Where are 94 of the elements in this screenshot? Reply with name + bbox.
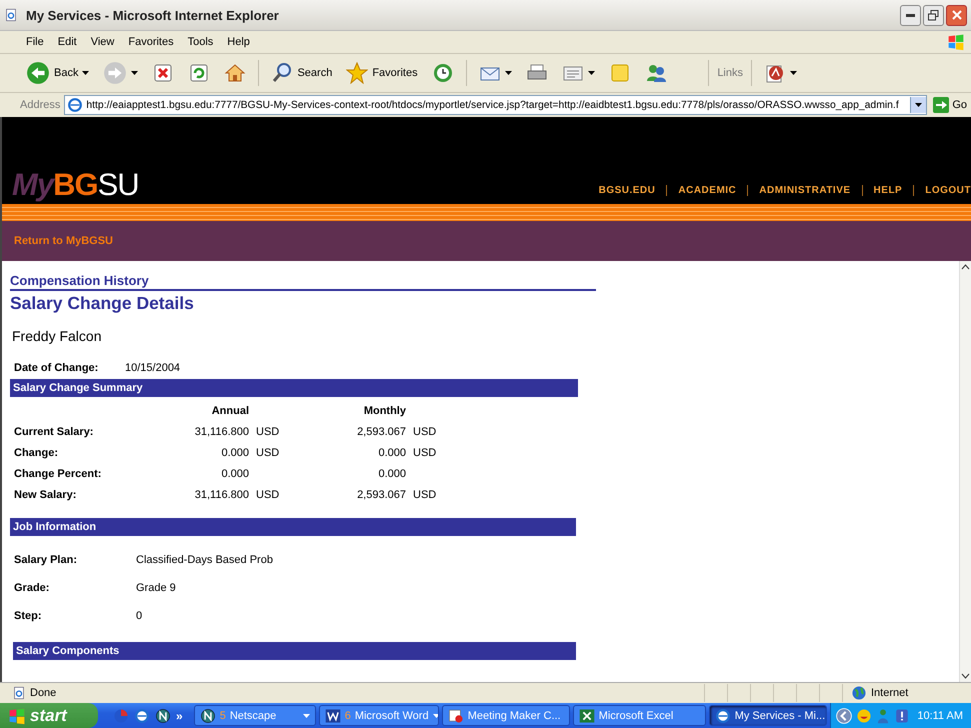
page-icon (4, 8, 18, 22)
windows-logo-icon (8, 706, 26, 724)
minimize-button[interactable] (900, 4, 921, 26)
favorites-button[interactable]: Favorites (342, 59, 422, 87)
taskbar-button[interactable]: Microsoft Excel (572, 705, 706, 726)
section-header: Salary Components (13, 642, 576, 660)
date-value: 10/15/2004 (125, 362, 180, 374)
field-value: 0 (136, 610, 144, 622)
breadcrumb-heading: Compensation History (10, 273, 596, 291)
column-header: Annual (210, 405, 249, 417)
search-icon (271, 62, 294, 84)
menu-item[interactable]: File (20, 34, 50, 50)
menu-item[interactable]: Edit (52, 34, 83, 50)
annual-value: 0.000 (220, 447, 249, 459)
note-icon (608, 62, 631, 84)
annual-value: 31,116.800 (194, 489, 249, 501)
monthly-value: 2,593.067 (356, 489, 406, 501)
nav-link[interactable]: LOGOUT (913, 185, 971, 196)
status-text: Done (30, 687, 56, 699)
refresh-icon (188, 62, 210, 84)
close-button[interactable] (946, 4, 967, 26)
caret-icon (915, 103, 922, 107)
restore-icon (928, 10, 939, 20)
employee-name: Freddy Falcon (12, 328, 102, 344)
nav-link[interactable]: HELP (862, 185, 914, 196)
alert-icon (894, 708, 910, 724)
address-label: Address (20, 99, 60, 111)
menu-item[interactable]: Tools (182, 34, 220, 50)
address-field[interactable]: http://eaiapptest1.bgsu.edu:7777/BGSU-My-Services-context-root/htdocs/myportlet/service.jsp?target=http://eaidbtest1.bgsu.edu:7778/pls/orasso/ORASSO.wwsso_app_admin.f (64, 95, 928, 115)
nav-link[interactable]: ADMINISTRATIVE (747, 185, 862, 196)
smiley-icon (856, 708, 872, 724)
clock-icon (432, 62, 454, 84)
field-value: Grade 9 (136, 582, 177, 594)
window-title: My Services - Microsoft Internet Explorer (26, 8, 280, 22)
row-label: New Salary: (14, 489, 78, 501)
site-logo[interactable]: MyBGSU (12, 169, 139, 200)
menu-item[interactable]: Favorites (122, 34, 180, 50)
page-title: Salary Change Details (10, 293, 195, 314)
restore-button[interactable] (923, 4, 944, 26)
nav-link[interactable]: ACADEMIC (666, 185, 748, 196)
date-label: Date of Change: (14, 362, 100, 374)
document-icon (324, 708, 341, 724)
currency-unit: USD (256, 447, 280, 459)
taskbar-button[interactable]: 6 Microsoft Word (318, 705, 439, 726)
section-header: Salary Change Summary (10, 379, 578, 397)
currency-unit: USD (413, 489, 438, 501)
chevron-icon (835, 706, 854, 724)
house-icon (224, 62, 246, 84)
windows-logo-icon (947, 33, 965, 51)
currency-unit: USD (413, 447, 438, 459)
column-header: Monthly (362, 405, 406, 417)
row-label: Change: (14, 447, 59, 459)
search-button[interactable]: Search (267, 59, 336, 87)
star-icon (346, 62, 368, 84)
currency-unit: USD (413, 426, 438, 438)
minimize-icon (906, 14, 915, 16)
more-button[interactable]: » (176, 708, 183, 722)
taskbar-button[interactable]: My Services - Mi... (708, 705, 827, 726)
field-label: Grade: (14, 582, 50, 594)
zone-label: Internet (871, 687, 908, 699)
currency-unit: USD (256, 426, 280, 438)
spreadsheet-icon (578, 708, 595, 724)
taskbar-button[interactable]: 5 Netscape (194, 705, 316, 726)
row-label: Change Percent: (14, 468, 102, 480)
currency-unit: USD (256, 489, 280, 501)
scrollbar[interactable] (959, 261, 971, 682)
back-button[interactable]: Back (22, 58, 94, 88)
clock: 10:11 AM (917, 710, 963, 722)
field-label: Step: (14, 610, 42, 622)
taskbar-button[interactable]: Meeting Maker C... (442, 705, 570, 726)
field-label: Salary Plan: (14, 554, 78, 566)
monthly-value: 2,593.067 (356, 426, 406, 438)
globe-icon (851, 685, 867, 701)
nav-link[interactable]: BGSU.EDU (588, 185, 666, 196)
field-value: Classified-Days Based Prob (136, 554, 274, 566)
stop-icon (152, 62, 174, 84)
globe-letter-icon[interactable] (155, 708, 171, 724)
annual-value: 31,116.800 (194, 426, 249, 438)
globe-letter-icon (200, 708, 216, 724)
monthly-value: 0.000 (377, 447, 406, 459)
menu-item[interactable]: View (84, 34, 120, 50)
annual-value: 0.000 (220, 468, 249, 480)
row-label: Current Salary: (14, 426, 94, 438)
links-label[interactable]: Links (717, 67, 743, 79)
page-icon (12, 686, 26, 700)
people-icon (644, 62, 667, 84)
go-button[interactable]: Go (931, 97, 971, 113)
return-link[interactable]: Return to MyBGSU (14, 235, 113, 247)
menu-item[interactable]: Help (221, 34, 256, 50)
calendar-icon (448, 708, 464, 724)
section-header: Job Information (10, 518, 576, 536)
monthly-value: 0.000 (377, 468, 406, 480)
close-icon (952, 10, 962, 20)
start-button[interactable]: start (0, 703, 98, 728)
